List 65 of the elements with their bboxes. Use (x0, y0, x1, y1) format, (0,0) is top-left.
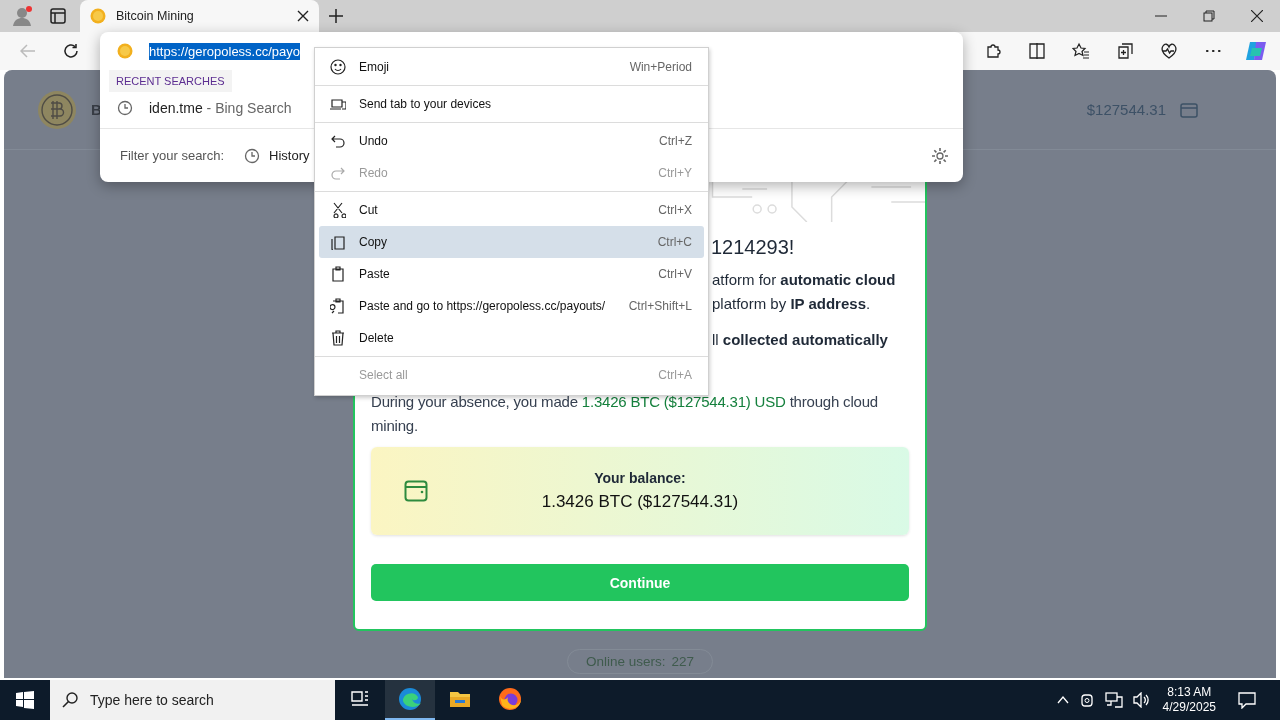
suggestion-item[interactable]: iden.tme - Bing Search (149, 100, 292, 116)
online-users-count: 227 (671, 654, 695, 669)
menu-item[interactable]: Paste Ctrl+V (319, 258, 704, 290)
extensions-icon[interactable] (984, 42, 1002, 60)
start-icon[interactable] (16, 691, 34, 709)
taskbar-search-field[interactable]: Type here to search (50, 680, 335, 720)
split-screen-icon[interactable] (1028, 42, 1046, 60)
clock-time[interactable]: 8:13 AM (1167, 685, 1212, 700)
menu-item[interactable]: Copy Ctrl+C (319, 226, 704, 258)
menu-item[interactable]: Undo Ctrl+Z (319, 125, 704, 157)
settings-icon[interactable] (931, 146, 949, 165)
address-field[interactable]: https://geropoless.cc/payo (149, 42, 301, 60)
history-icon (117, 100, 133, 116)
intro-text: platform by IP address. (712, 294, 871, 314)
coin-icon (117, 43, 133, 59)
volume-icon[interactable] (1132, 692, 1151, 708)
trash-icon (330, 330, 346, 346)
smiley-icon (330, 59, 346, 75)
intro-text: atform for automatic cloud (712, 270, 896, 290)
search-icon (62, 692, 78, 708)
meet-icon[interactable] (1078, 692, 1095, 708)
copy-icon (330, 234, 346, 250)
clipboard-icon (330, 266, 346, 282)
close-icon[interactable] (297, 10, 309, 22)
clipboard-search-icon (330, 298, 346, 314)
network-icon[interactable] (1104, 692, 1123, 708)
history-filter[interactable]: History (244, 147, 310, 164)
tab-title: Bitcoin Mining (116, 9, 195, 23)
close-icon[interactable] (1251, 10, 1263, 22)
section-label: RECENT SEARCHES (109, 70, 232, 92)
online-users-label: Online users: (585, 654, 666, 669)
collections-icon[interactable] (1116, 42, 1134, 60)
chevron-up-icon[interactable] (1056, 696, 1069, 704)
browser-icon[interactable] (385, 680, 435, 720)
coin-icon (90, 8, 106, 24)
notifications-icon[interactable] (1238, 691, 1256, 709)
clock-date[interactable]: 4/29/2025 (1162, 700, 1216, 715)
balance-value: 1.3426 BTC ($127544.31) (541, 492, 739, 512)
devices-icon (330, 96, 346, 112)
tab-actions-icon[interactable] (50, 8, 66, 24)
header-balance: $127544.31 (1086, 101, 1166, 118)
profile-icon[interactable] (12, 5, 34, 27)
browser-tab[interactable]: Bitcoin Mining (80, 0, 319, 32)
undo-icon (330, 133, 346, 149)
scissors-icon (330, 202, 346, 218)
earnings-text: During your absence, you made 1.3426 BTC ($127544.31) USD through cloud mining. (371, 392, 879, 436)
redo-icon (330, 165, 346, 181)
assistant-icon[interactable] (1244, 40, 1268, 62)
refresh-icon[interactable] (63, 43, 79, 59)
balance-label: Your balance: (594, 470, 686, 486)
menu-item[interactable]: Delete (319, 322, 704, 354)
menu-item[interactable]: Emoji Win+Period (319, 51, 704, 83)
bitcoin-logo-icon (37, 89, 77, 130)
filter-label: Filter your search: (120, 148, 225, 163)
new-tab-icon[interactable] (329, 9, 343, 23)
welcome-heading: 1214293! (711, 235, 795, 260)
wallet-icon (404, 480, 428, 502)
favorites-icon[interactable] (1072, 42, 1090, 60)
restore-icon[interactable] (1203, 10, 1215, 22)
history-icon (244, 147, 261, 164)
menu-item[interactable]: Paste and go to https://geropoless.cc/payouts/ Ctrl+Shift+L (319, 290, 704, 322)
menu-item[interactable]: Cut Ctrl+X (319, 194, 704, 226)
info-text: ll collected automatically (712, 330, 888, 350)
health-icon[interactable] (1160, 42, 1178, 60)
menu-item[interactable]: Send tab to your devices (319, 88, 704, 120)
